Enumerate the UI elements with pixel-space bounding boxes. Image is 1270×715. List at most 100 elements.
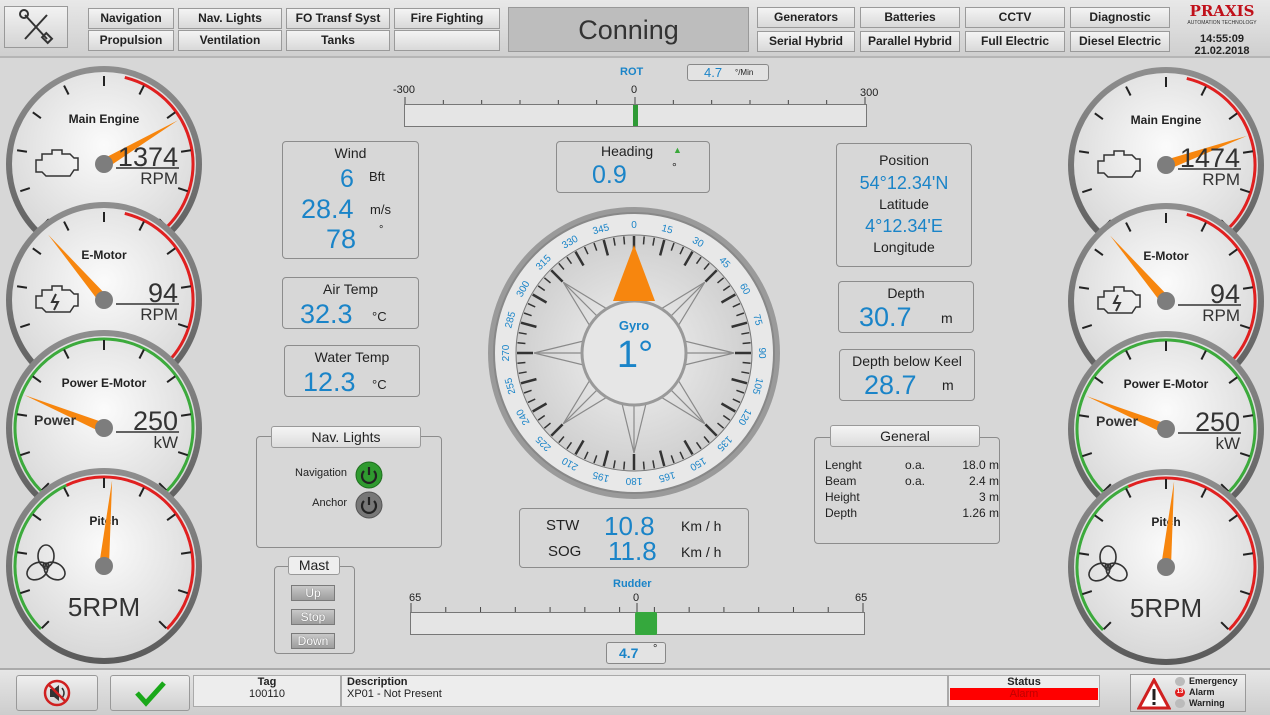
longitude-label: Longitude: [873, 239, 935, 255]
description-header: Description: [347, 676, 408, 688]
mute-button[interactable]: [16, 675, 98, 711]
general-row-name: Depth: [825, 506, 858, 520]
nav-button-full-electric[interactable]: Full Electric: [965, 31, 1065, 52]
description-cell: Description XP01 - Not Present: [341, 675, 948, 707]
nav-button-propulsion[interactable]: Propulsion: [88, 30, 174, 51]
general-row: Beam o.a. 2.4 m: [825, 474, 999, 490]
nav-button-nav-lights[interactable]: Nav. Lights: [178, 8, 282, 29]
top-bar: Conning PRAXIS AUTOMATION TECHNOLOGY 14:…: [0, 0, 1270, 58]
heading-unit: °: [672, 160, 677, 174]
gyro-value: 1°: [616, 334, 654, 376]
stw-label: STW: [546, 517, 580, 534]
position-panel: Position 54°12.34'N Latitude 4°12.34'E L…: [836, 143, 972, 267]
nav-light-toggle-anchor[interactable]: [355, 491, 383, 519]
gauge-label: Power: [1096, 413, 1139, 429]
gauge-title: Power E-Motor: [62, 376, 147, 390]
gauge-label: Power: [34, 412, 77, 428]
gauge-hub: [95, 155, 113, 173]
gauge-title: Pitch: [1151, 515, 1180, 529]
gauge-title: E-Motor: [81, 248, 127, 262]
nav-light-toggle-navigation[interactable]: [355, 461, 383, 489]
nav-button-empty[interactable]: [394, 30, 500, 51]
general-row-value: 3 m: [978, 490, 999, 504]
gauge-title: Pitch: [89, 514, 118, 528]
status-badge: Alarm: [950, 688, 1098, 700]
nav-button-ventilation[interactable]: Ventilation: [178, 30, 282, 51]
general-row-name: Height: [825, 490, 860, 504]
tag-cell: Tag 100110: [193, 675, 341, 707]
rudder-value: 4.7: [619, 645, 639, 661]
alarm-bar: Tag 100110 Description XP01 - Not Presen…: [0, 668, 1270, 715]
wind-beaufort-unit: Bft: [369, 169, 385, 184]
sog-unit: Km / h: [681, 544, 722, 560]
mast-down-button[interactable]: Down: [291, 633, 335, 649]
nav-button-diesel-electric[interactable]: Diesel Electric: [1070, 31, 1170, 52]
mast-up-button[interactable]: Up: [291, 585, 335, 601]
company-logo: PRAXIS AUTOMATION TECHNOLOGY 14:55:09 21…: [1176, 2, 1268, 57]
speed-panel: STW 10.8 Km / h SOG 11.8 Km / h: [519, 508, 749, 568]
position-title: Position: [879, 152, 929, 168]
wind-speed-unit: m/s: [370, 202, 391, 217]
rudder-scale: [410, 603, 865, 635]
wind-title: Wind: [334, 145, 367, 161]
nav-lights-panel: Navigation Anchor: [256, 436, 442, 548]
latitude-label: Latitude: [879, 196, 929, 212]
nav-button-parallel-hybrid[interactable]: Parallel Hybrid: [860, 31, 960, 52]
nav-button-diagnostic[interactable]: Diagnostic: [1070, 7, 1170, 28]
general-row-value: 1.26 m: [962, 506, 999, 520]
rudder-indicator: [635, 612, 658, 635]
depth-value: 30.7: [859, 302, 912, 332]
checkmark-icon: [135, 681, 166, 707]
nav-button-tanks[interactable]: Tanks: [286, 30, 390, 51]
nav-button-serial-hybrid[interactable]: Serial Hybrid: [757, 31, 855, 52]
rudder-label: Rudder: [613, 578, 652, 590]
alarm-legend-label: Emergency: [1189, 676, 1238, 686]
compass-degree-label: 0: [631, 220, 637, 231]
rot-scale: [404, 97, 867, 127]
nav-button-fire-fighting[interactable]: Fire Fighting: [394, 8, 500, 29]
gauge-unit: kW: [1215, 434, 1240, 453]
wind-panel: Wind 6 Bft 28.4 m/s 78 °: [282, 141, 419, 259]
stw-unit: Km / h: [681, 518, 722, 534]
gauge-title: Main Engine: [1131, 113, 1202, 127]
gyro-label: Gyro: [618, 318, 650, 333]
nav-button-cctv[interactable]: CCTV: [965, 7, 1065, 28]
depth-title: Depth: [887, 285, 925, 301]
sog-label: SOG: [548, 543, 582, 560]
general-row-name: Lenght: [825, 458, 862, 472]
depth-keel-value: 28.7: [864, 370, 917, 400]
heading-value: 0.9: [592, 161, 627, 189]
rot-mid: 0: [631, 84, 638, 96]
heading-title: Heading: [601, 143, 654, 159]
sog-value: 11.8: [608, 536, 657, 566]
gauge-hub: [1157, 558, 1175, 576]
rudder-readout: 4.7 °: [606, 642, 666, 664]
settings-button[interactable]: [4, 6, 68, 48]
gauge-hub: [1157, 292, 1175, 310]
alarm-legend-item: Warning: [1175, 698, 1247, 709]
acknowledge-button[interactable]: [110, 675, 190, 711]
water-temp-title: Water Temp: [314, 349, 390, 365]
alarm-legend-count: [1175, 677, 1185, 686]
general-row: Lenght o.a. 18.0 m: [825, 458, 999, 474]
mast-panel: Up Stop Down: [274, 566, 355, 654]
nav-button-navigation[interactable]: Navigation: [88, 8, 174, 29]
nav-light-label: Navigation: [295, 467, 347, 479]
rot-value: 4.7: [704, 65, 723, 80]
nav-button-generators[interactable]: Generators: [757, 7, 855, 28]
alarm-summary-button[interactable]: Emergency 13 Alarm Warning: [1130, 674, 1246, 712]
heading-panel: Heading ▲ 0.9 °: [556, 141, 710, 193]
nav-button-batteries[interactable]: Batteries: [860, 7, 960, 28]
compass-degree-label: 270: [501, 344, 512, 361]
tools-icon: [19, 9, 54, 45]
nav-button-fo-transf-syst[interactable]: FO Transf Syst: [286, 8, 390, 29]
mast-stop-button[interactable]: Stop: [291, 609, 335, 625]
depth-unit: m: [941, 310, 953, 326]
general-row-qualifier: o.a.: [905, 474, 926, 488]
gauge-left-pitch: Pitch 5RPM: [6, 468, 202, 664]
general-title: General: [830, 425, 980, 447]
alarm-legend-label: Warning: [1189, 698, 1225, 708]
rot-indicator: [633, 105, 638, 126]
warning-icon: [1137, 678, 1171, 710]
clock-time: 14:55:09: [1199, 33, 1245, 45]
